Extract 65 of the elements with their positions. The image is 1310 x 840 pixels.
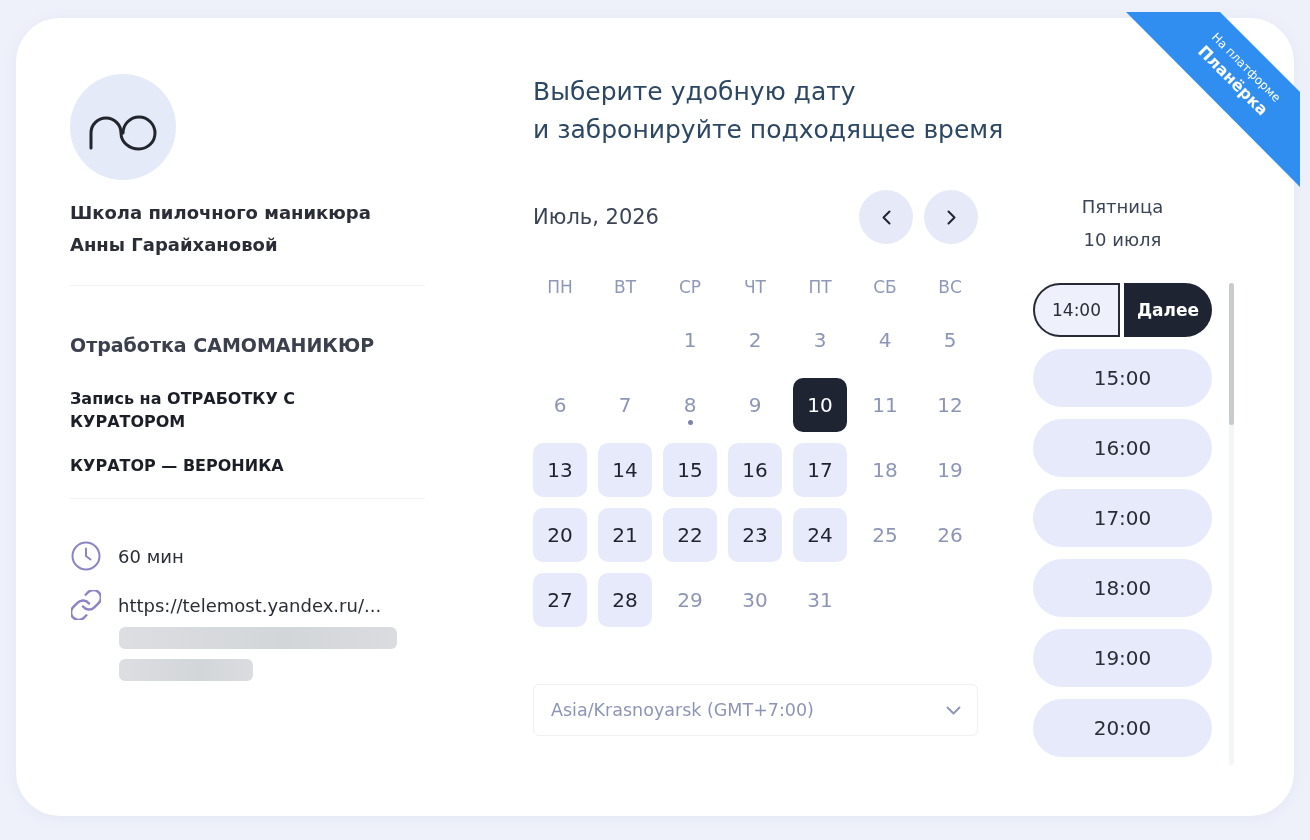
weekday-label: ПТ — [807, 276, 833, 299]
calendar-day[interactable]: 22 — [663, 508, 717, 562]
calendar-day: 19 — [923, 443, 977, 497]
calendar-day: 1 — [663, 313, 717, 367]
event-description: КУРАТОР — ВЕРОНИКА — [70, 455, 285, 477]
next-month-button[interactable] — [924, 190, 978, 244]
calendar-day: 18 — [858, 443, 912, 497]
event-title: Отработка САМОМАНИКЮР — [70, 333, 375, 358]
next-button[interactable]: Далее — [1124, 283, 1212, 337]
weekday-label: ВТ — [612, 276, 638, 299]
calendar-day[interactable]: 28 — [598, 573, 652, 627]
clock-icon — [71, 541, 101, 571]
calendar-day[interactable]: 21 — [598, 508, 652, 562]
chevron-left-icon — [881, 209, 891, 225]
time-slot[interactable]: 20:00 — [1033, 699, 1212, 757]
calendar-day: 9 — [728, 378, 782, 432]
logo-icon — [70, 74, 176, 180]
calendar-day[interactable]: 17 — [793, 443, 847, 497]
calendar-day[interactable]: 23 — [728, 508, 782, 562]
page-heading: Выберите удобную дату и забронируйте подходящее время — [533, 76, 1004, 146]
time-slot[interactable]: 14:00 — [1033, 283, 1120, 337]
time-slot[interactable]: 15:00 — [1033, 349, 1212, 407]
calendar-day[interactable]: 20 — [533, 508, 587, 562]
month-label: Июль, 2026 — [533, 205, 659, 229]
calendar-day[interactable]: 14 — [598, 443, 652, 497]
calendar-day: 4 — [858, 313, 912, 367]
organizer-name: Школа пилочного маникюра Анны Гарайхановой — [70, 201, 372, 257]
calendar-day[interactable]: 13 — [533, 443, 587, 497]
chevron-down-icon — [946, 705, 961, 715]
weekday-label: СБ — [872, 276, 898, 299]
event-description: Запись на ОТРАБОТКУ С КУРАТОРОМ — [70, 388, 297, 433]
calendar-day: 7 — [598, 378, 652, 432]
selected-weekday: Пятница — [1081, 195, 1164, 219]
selected-date: 10 июля — [1083, 228, 1162, 252]
time-slot[interactable]: 18:00 — [1033, 559, 1212, 617]
calendar-day[interactable]: 27 — [533, 573, 587, 627]
meeting-link[interactable]: https://telemost.yandex.ru/... — [118, 594, 382, 616]
calendar-day: 25 — [858, 508, 912, 562]
weekday-label: ЧТ — [742, 276, 767, 299]
duration-text: 60 мин — [118, 545, 184, 567]
calendar-day[interactable]: 15 — [663, 443, 717, 497]
calendar-day: 12 — [923, 378, 977, 432]
calendar-day[interactable]: 24 — [793, 508, 847, 562]
calendar-day[interactable]: 16 — [728, 443, 782, 497]
calendar-day: 11 — [858, 378, 912, 432]
calendar-day: 29 — [663, 573, 717, 627]
calendar-day: 26 — [923, 508, 977, 562]
calendar-day: 3 — [793, 313, 847, 367]
time-slot[interactable]: 17:00 — [1033, 489, 1212, 547]
calendar-day[interactable]: 10 — [793, 378, 847, 432]
calendar-day: 8 — [663, 378, 717, 432]
calendar-day: 5 — [923, 313, 977, 367]
weekday-label: ПН — [546, 276, 574, 299]
weekday-label: ВС — [937, 276, 963, 299]
time-slot[interactable]: 19:00 — [1033, 629, 1212, 687]
calendar-day: 6 — [533, 378, 587, 432]
link-icon — [71, 590, 101, 620]
prev-month-button[interactable] — [859, 190, 913, 244]
scrollbar[interactable] — [1229, 283, 1234, 765]
calendar-day: 31 — [793, 573, 847, 627]
chevron-right-icon — [946, 209, 956, 225]
calendar-day: 2 — [728, 313, 782, 367]
weekday-label: СР — [677, 276, 703, 299]
calendar-day: 30 — [728, 573, 782, 627]
time-slot[interactable]: 16:00 — [1033, 419, 1212, 477]
